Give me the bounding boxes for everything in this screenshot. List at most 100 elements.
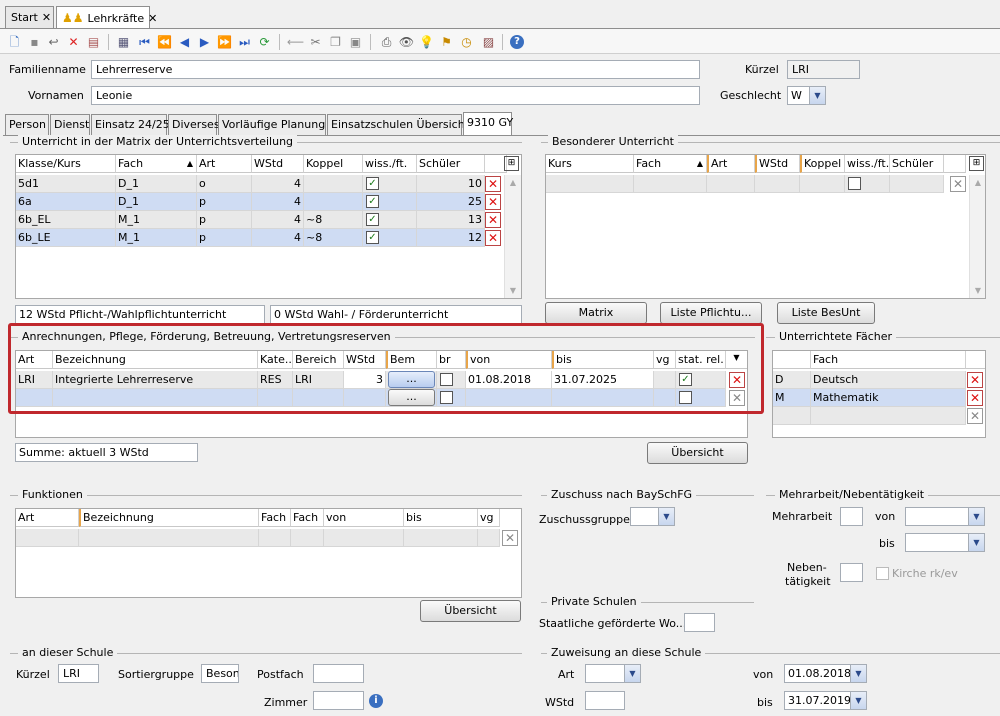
zuschussgruppe-select[interactable]: ▼ — [630, 507, 675, 526]
column-chooser-icon[interactable]: ⊞ — [504, 156, 519, 171]
new-row-cell[interactable] — [324, 529, 404, 547]
schule-kuerzel-field[interactable]: LRI — [58, 664, 99, 683]
anrechnungen-uebersicht-button[interactable]: Übersicht — [647, 442, 748, 464]
matrix-cell[interactable] — [304, 193, 363, 211]
close-icon[interactable]: ✕ — [42, 11, 51, 24]
tab-9310-gy[interactable]: 9310 GY — [463, 112, 513, 136]
matrix-cell[interactable]: 6b_EL — [16, 211, 116, 229]
matrix-cell[interactable]: 12 — [417, 229, 485, 247]
new-row-cell[interactable] — [79, 529, 259, 547]
fach-name-cell[interactable]: Deutsch — [811, 371, 966, 389]
tab-start[interactable]: Start ✕ — [5, 6, 54, 28]
matrix-cell[interactable]: 4 — [252, 175, 304, 193]
matrix-grid[interactable]: Klasse/Kurs Fach ▲ Art WStd Koppel wiss./… — [15, 154, 522, 299]
col-wstd[interactable]: WStd — [755, 155, 800, 173]
first-icon[interactable]: ⏮ — [136, 33, 153, 50]
col-wiss[interactable]: wiss./ft. — [363, 155, 417, 173]
new-row-cell[interactable] — [800, 175, 845, 193]
new-row-cell[interactable] — [259, 529, 291, 547]
delete-icon[interactable]: ✕ — [65, 33, 82, 50]
print-icon[interactable]: ⎙ — [378, 33, 395, 50]
matrix-button[interactable]: Matrix — [545, 302, 647, 324]
col-art[interactable]: Art — [707, 155, 755, 173]
new-row-cell[interactable] — [546, 175, 634, 193]
tab-person[interactable]: Person — [5, 114, 49, 135]
vornamen-field[interactable]: Leonie — [91, 86, 700, 105]
col-art[interactable]: Art — [16, 509, 79, 527]
col-koppel[interactable]: Koppel — [800, 155, 845, 173]
fast-forward-icon[interactable]: ⏩ — [216, 33, 233, 50]
col-schueler[interactable]: Schüler — [417, 155, 485, 173]
delete-row-icon[interactable]: ✕ — [485, 176, 501, 192]
info-icon[interactable]: i — [369, 694, 383, 708]
col-fach[interactable]: Fach — [811, 351, 966, 369]
col-fach[interactable]: Fach ▲ — [634, 155, 707, 173]
matrix-cell[interactable]: 5d1 — [16, 175, 116, 193]
new-icon[interactable]: 🗋 — [6, 33, 23, 50]
chevron-down-icon[interactable]: ▼ — [624, 665, 640, 682]
new-row-cell[interactable] — [16, 529, 79, 547]
help-icon[interactable]: ? — [510, 35, 524, 49]
delete-row-icon[interactable]: ✕ — [967, 372, 983, 388]
bulb-icon[interactable]: 💡 — [418, 33, 435, 50]
cut-icon[interactable]: ✂ — [307, 33, 324, 50]
new-row-cell[interactable] — [811, 407, 966, 425]
delete-row-icon[interactable]: ✕ — [502, 530, 518, 546]
delete-row-icon[interactable]: ✕ — [967, 390, 983, 406]
wiss-checkbox[interactable]: ✓ — [366, 231, 379, 244]
matrix-cell[interactable]: D_1 — [116, 193, 197, 211]
paste-icon[interactable]: ▣ — [347, 33, 364, 50]
matrix-cell[interactable]: M_1 — [116, 211, 197, 229]
matrix-cell[interactable]: 10 — [417, 175, 485, 193]
chevron-down-icon[interactable]: ▼ — [850, 665, 866, 682]
col-art[interactable]: Art — [197, 155, 252, 173]
col-schueler[interactable]: Schüler — [890, 155, 944, 173]
col-fach2[interactable]: Fach — [291, 509, 324, 527]
fach-name-cell[interactable]: Mathematik — [811, 389, 966, 407]
person-card-icon[interactable]: ▨ — [480, 33, 497, 50]
refresh-icon[interactable]: ⟳ — [256, 33, 273, 50]
matrix-cell[interactable]: o — [197, 175, 252, 193]
new-row-cell[interactable] — [773, 407, 811, 425]
scroll-down-icon[interactable]: ▼ — [970, 283, 985, 298]
postfach-field[interactable] — [313, 664, 364, 683]
close-icon[interactable]: ✕ — [148, 12, 157, 25]
delete-row-icon[interactable]: ✕ — [485, 230, 501, 246]
form-icon[interactable]: ▤ — [85, 33, 102, 50]
next-icon[interactable]: ▶ — [196, 33, 213, 50]
faecher-grid[interactable]: Fach D Deutsch ✕ M Mathematik ✕ ✕ — [772, 350, 986, 438]
tab-diverses[interactable]: Diverses — [168, 114, 220, 135]
zuweisung-wstd-field[interactable] — [585, 691, 625, 710]
col-bezeichnung[interactable]: Bezeichnung — [79, 509, 259, 527]
save-icon[interactable]: ▪ — [26, 33, 43, 50]
zuweisung-von-select[interactable]: 01.08.2018 ▼ — [784, 664, 867, 683]
matrix-cell[interactable]: 13 — [417, 211, 485, 229]
matrix-cell[interactable]: M_1 — [116, 229, 197, 247]
col-klasse[interactable]: Klasse/Kurs — [16, 155, 116, 173]
new-row-cell[interactable] — [755, 175, 800, 193]
new-row-cell[interactable] — [890, 175, 944, 193]
col-bis[interactable]: bis — [404, 509, 478, 527]
wiss-checkbox[interactable]: ✓ — [366, 213, 379, 226]
prev-icon[interactable]: ◀ — [176, 33, 193, 50]
matrix-cell[interactable]: ~8 — [304, 211, 363, 229]
liste-pflicht-button[interactable]: Liste Pflichtu... — [660, 302, 762, 324]
zimmer-field[interactable] — [313, 691, 364, 710]
funktionen-uebersicht-button[interactable]: Übersicht — [420, 600, 521, 622]
col-kurs[interactable]: Kurs — [546, 155, 634, 173]
fach-code-cell[interactable]: M — [773, 389, 811, 407]
tab-einsatz[interactable]: Einsatz 24/25 — [91, 114, 170, 135]
broom-icon[interactable]: ⚑ — [438, 33, 455, 50]
zuweisung-art-select[interactable]: ▼ — [585, 664, 641, 683]
matrix-cell[interactable]: D_1 — [116, 175, 197, 193]
wiss-checkbox[interactable] — [848, 177, 861, 190]
back-arrow-icon[interactable]: ⟵ — [287, 33, 304, 50]
chevron-down-icon[interactable]: ▼ — [968, 534, 984, 551]
mehrarbeit-bis-select[interactable]: ▼ — [905, 533, 985, 552]
wiss-checkbox[interactable]: ✓ — [366, 177, 379, 190]
new-row-cell[interactable] — [707, 175, 755, 193]
col-fach1[interactable]: Fach — [259, 509, 291, 527]
delete-row-icon[interactable]: ✕ — [485, 194, 501, 210]
matrix-cell[interactable]: 4 — [252, 229, 304, 247]
matrix-cell[interactable]: 25 — [417, 193, 485, 211]
